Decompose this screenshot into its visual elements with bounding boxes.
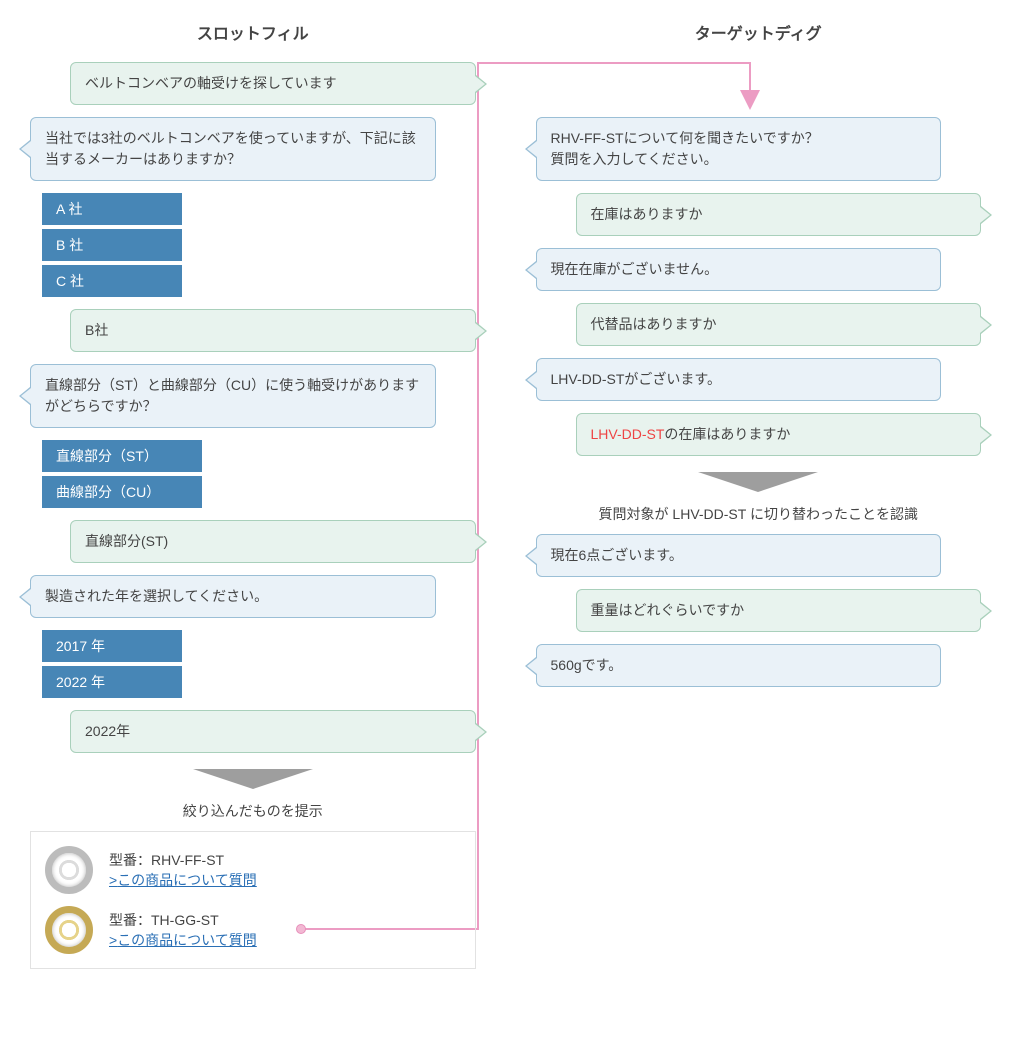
user-answer-part: 直線部分(ST) (70, 520, 476, 563)
company-options: A 社 B 社 C 社 (42, 193, 476, 297)
arrow-down-icon-left (193, 769, 313, 793)
arrow-down-icon-right (698, 472, 818, 496)
slot-fill-title: スロットフィル (30, 20, 476, 44)
product-link-2[interactable]: この商品について質問 (109, 930, 257, 950)
part-options: 直線部分（ST） 曲線部分（CU） (42, 440, 476, 508)
product-link-1[interactable]: この商品について質問 (109, 870, 257, 890)
product-model-1: 型番：RHV-FF-ST (109, 850, 257, 870)
bot-a-stock-lhv: 現在6点ございます。 (536, 534, 942, 577)
bot-prompt: RHV-FF-STについて何を聞きたいですか？ 質問を入力してください。 (536, 117, 942, 181)
slot-fill-column: スロットフィル ベルトコンベアの軸受けを探しています 当社では3社のベルトコンベ… (30, 20, 476, 969)
target-dig-title: ターゲットディグ (536, 20, 982, 44)
option-company-b[interactable]: B 社 (42, 229, 182, 261)
bot-msg-2: 直線部分（ST）と曲線部分（CU）に使う軸受けがありますがどちらですか？ (30, 364, 436, 428)
bearing-icon-gold (45, 906, 93, 954)
product-result-card: 型番：RHV-FF-ST この商品について質問 型番：TH-GG-ST この商品… (30, 831, 476, 969)
bot-msg-3: 製造された年を選択してください。 (30, 575, 436, 618)
user-q-stock: 在庫はありますか (576, 193, 982, 236)
bot-msg-1: 当社では3社のベルトコンベアを使っていますが、下記に該当するメーカーはありますか… (30, 117, 436, 181)
user-msg-1: ベルトコンベアの軸受けを探しています (70, 62, 476, 105)
bot-a-weight: 560gです。 (536, 644, 942, 687)
option-year-2022[interactable]: 2022 年 (42, 666, 182, 698)
bot-a-stock: 現在在庫がございません。 (536, 248, 942, 291)
option-company-a[interactable]: A 社 (42, 193, 182, 225)
context-switch-caption: 質問対象が LHV-DD-ST に切り替わったことを認識 (536, 504, 982, 524)
product-row-2: 型番：TH-GG-ST この商品について質問 (45, 906, 461, 954)
highlighted-product-code: LHV-DD-ST (591, 426, 665, 442)
product-row-1: 型番：RHV-FF-ST この商品について質問 (45, 846, 461, 894)
target-dig-column: ターゲットディグ RHV-FF-STについて何を聞きたいですか？ 質問を入力して… (536, 20, 982, 969)
option-year-2017[interactable]: 2017 年 (42, 630, 182, 662)
year-options: 2017 年 2022 年 (42, 630, 476, 698)
bearing-icon (45, 846, 93, 894)
bot-a-alt: LHV-DD-STがございます。 (536, 358, 942, 401)
option-company-c[interactable]: C 社 (42, 265, 182, 297)
user-answer-year: 2022年 (70, 710, 476, 753)
user-answer-company: B社 (70, 309, 476, 352)
user-q-weight: 重量はどれぐらいですか (576, 589, 982, 632)
user-q-alt: 代替品はありますか (576, 303, 982, 346)
user-q-stock-lhv: LHV-DD-STの在庫はありますか (576, 413, 982, 456)
product-model-2: 型番：TH-GG-ST (109, 910, 257, 930)
option-part-cu[interactable]: 曲線部分（CU） (42, 476, 202, 508)
narrowed-caption: 絞り込んだものを提示 (30, 801, 476, 821)
option-part-st[interactable]: 直線部分（ST） (42, 440, 202, 472)
